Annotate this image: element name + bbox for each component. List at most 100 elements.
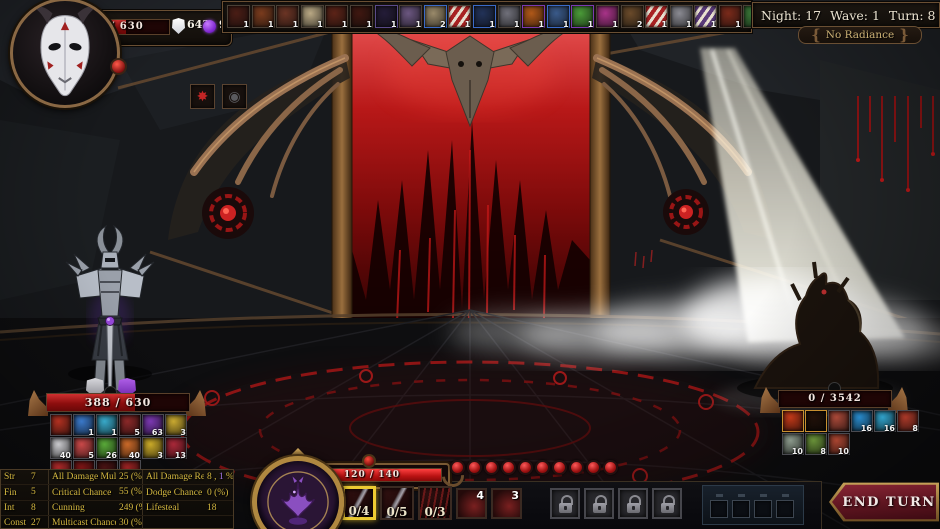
consumable-slot[interactable] (710, 500, 728, 518)
top-buff-icon[interactable]: 1 (325, 5, 348, 28)
buff-count: 1 (416, 20, 422, 29)
consumable-slot[interactable] (776, 500, 794, 518)
status-effect-icon[interactable]: 16 (874, 410, 896, 432)
top-buff-icon[interactable]: 1 (473, 5, 496, 28)
top-buff-icon[interactable]: 1 (498, 5, 521, 28)
stat-value-segment: % (224, 472, 233, 482)
charge-orb (450, 460, 465, 475)
padlock-icon (559, 495, 573, 513)
buff-count: 1 (686, 20, 692, 29)
player-portrait[interactable] (10, 0, 120, 108)
end-turn-face: END TURN (832, 484, 936, 520)
status-effect-icon[interactable]: 8 (897, 410, 919, 432)
stats-row: Const27Multicast Chance30 (%) (1, 516, 233, 529)
effect-count: 16 (861, 424, 872, 433)
consumable-slot-wrap (754, 494, 772, 518)
ability-slot[interactable]: 0/5 (380, 486, 414, 520)
enemy-buff-grid: 1616810810 (782, 410, 919, 456)
top-buff-icon[interactable]: 1 (276, 5, 299, 28)
top-buff-icon[interactable]: 2 (424, 5, 447, 28)
status-effect-icon[interactable]: 1 (96, 414, 118, 436)
left-eye-emblem (202, 187, 254, 239)
top-buff-icon[interactable]: 1 (719, 5, 742, 28)
stats-row: Str7All Damage Multiplier25 (%)All Damag… (1, 470, 233, 485)
status-effect-icon[interactable] (828, 410, 850, 432)
top-buff-icon[interactable]: 1 (596, 5, 619, 28)
use-counter: 0/3 (420, 505, 450, 519)
stat-label: All Damage Reduction (143, 472, 204, 482)
crest-gem-icon (362, 454, 376, 468)
top-buff-icon[interactable]: 1 (645, 5, 668, 28)
turn-status-panel: Night: 17 Wave: 1 Turn: 8 ? ⚙ (752, 2, 940, 28)
status-effect-icon[interactable]: 26 (96, 437, 118, 459)
status-effect-icon[interactable]: 40 (50, 437, 72, 459)
status-effect-icon[interactable]: 3 (142, 437, 164, 459)
hotkey-tick (716, 494, 723, 497)
ability-slot-passive[interactable]: 4 (456, 488, 487, 519)
ability-slot-selected[interactable]: 0/4 (342, 486, 376, 520)
class-emblem[interactable] (252, 456, 344, 529)
top-buff-icon[interactable]: 1 (399, 5, 422, 28)
ability-slot[interactable]: 0/3 (418, 486, 452, 520)
use-counter: 0/5 (382, 505, 412, 519)
top-icon-bar: 11111111211111112111112 (227, 5, 791, 28)
buff-count: 1 (563, 20, 569, 29)
player-aura-icon[interactable]: ✸ (190, 84, 215, 109)
ring-glyph: ◉ (228, 89, 240, 105)
charge-orb (518, 460, 533, 475)
status-effect-icon[interactable]: 10 (828, 433, 850, 455)
consumable-slot[interactable] (754, 500, 772, 518)
status-effect-icon[interactable]: 5 (119, 414, 141, 436)
status-effect-icon[interactable] (782, 410, 804, 432)
top-buff-icon[interactable]: 1 (571, 5, 594, 28)
status-effect-icon[interactable]: 10 (782, 433, 804, 455)
status-effect-icon[interactable] (50, 414, 72, 436)
status-effect-icon[interactable]: 3 (165, 414, 187, 436)
status-effect-icon[interactable] (805, 410, 827, 432)
end-turn-button[interactable]: END TURN (829, 481, 939, 523)
top-buff-icon[interactable]: 1 (522, 5, 545, 28)
status-effect-icon[interactable]: 40 (119, 437, 141, 459)
top-buff-icon[interactable]: 1 (301, 5, 324, 28)
status-effect-icon[interactable]: 1 (73, 414, 95, 436)
lock-keyhole (598, 506, 601, 510)
stat-name: Str (1, 472, 28, 482)
lock-keyhole (564, 506, 567, 510)
effect-count: 10 (792, 447, 803, 456)
ability-slot-row: 0/50/40/50/343 (304, 486, 682, 520)
effect-count: 13 (175, 451, 186, 460)
status-effect-icon[interactable]: 16 (851, 410, 873, 432)
consumable-slot[interactable] (732, 500, 750, 518)
ability-slot-passive[interactable]: 3 (491, 488, 522, 519)
status-effect-icon[interactable]: 63 (142, 414, 164, 436)
buff-count: 1 (465, 20, 471, 29)
status-effect-icon[interactable]: 8 (805, 433, 827, 455)
status-effect-icon[interactable]: 13 (165, 437, 187, 459)
consumable-slot-wrap (732, 494, 750, 518)
charge-orb (535, 460, 550, 475)
top-buff-icon[interactable]: 1 (448, 5, 471, 28)
top-buff-icon[interactable]: 1 (670, 5, 693, 28)
stat-label: Critical Chance (49, 488, 116, 498)
stats-row: Fin5Critical Chance55 (%)Dodge Chance0 (… (1, 485, 233, 500)
buff-row: 16168 (782, 410, 919, 432)
action-orb-row (450, 460, 618, 475)
stat-value: 55 (%) (116, 485, 143, 499)
buff-count: 1 (342, 20, 348, 29)
hotkey-tick (760, 494, 767, 497)
status-effect-icon[interactable]: 5 (73, 437, 95, 459)
top-buff-icon[interactable]: 1 (694, 5, 717, 28)
top-buff-icon[interactable]: 1 (252, 5, 275, 28)
unit-health-bar: 388 / 630 (46, 393, 190, 412)
top-buff-icon[interactable]: 1 (547, 5, 570, 28)
top-buff-icon[interactable]: 1 (350, 5, 373, 28)
top-buff-icon[interactable]: 1 (375, 5, 398, 28)
player-aura-icon-2[interactable]: ◉ (222, 84, 247, 109)
stat-value: 0 (%) (204, 488, 233, 498)
effect-count: 1 (88, 428, 94, 437)
buff-count: 1 (588, 20, 594, 29)
hotkey-tick (782, 494, 789, 497)
effect-count: 40 (60, 451, 71, 460)
top-buff-icon[interactable]: 1 (227, 5, 250, 28)
top-buff-icon[interactable]: 2 (621, 5, 644, 28)
